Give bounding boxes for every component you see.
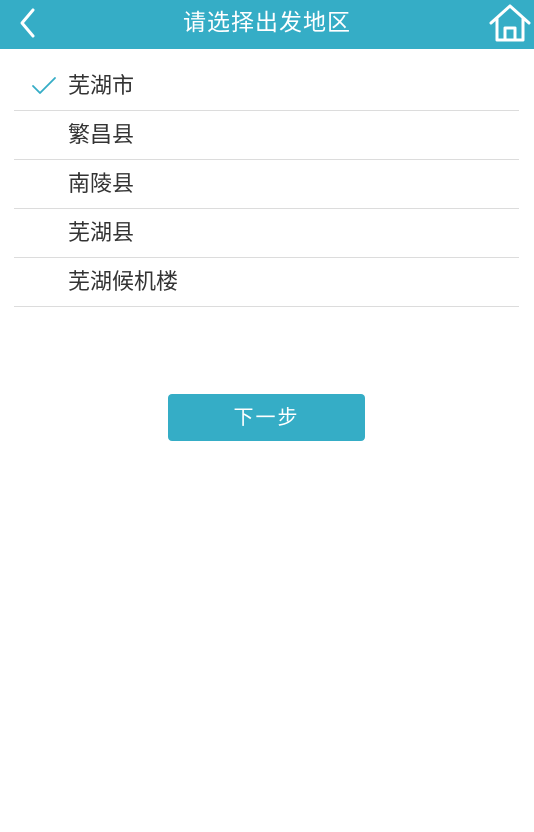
page-title: 请选择出发地区: [183, 10, 351, 36]
list-item-fanchang[interactable]: 繁昌县: [14, 111, 519, 160]
next-step-button[interactable]: 下一步: [168, 394, 365, 441]
header-bar: 请选择出发地区: [0, 0, 534, 49]
list-item-nanling[interactable]: 南陵县: [14, 160, 519, 209]
list-item-label: 繁昌县: [68, 123, 135, 148]
checkmark-icon: [32, 77, 56, 94]
list-item-wuhu-city[interactable]: 芜湖市: [14, 62, 519, 111]
list-item-wuhu-terminal[interactable]: 芜湖候机楼: [14, 258, 519, 307]
home-icon: [489, 4, 531, 42]
home-button[interactable]: [486, 0, 534, 46]
list-item-label: 芜湖市: [68, 74, 135, 99]
list-item-wuhu-county[interactable]: 芜湖县: [14, 209, 519, 258]
list-item-label: 芜湖县: [68, 221, 135, 246]
region-list: 芜湖市 繁昌县 南陵县 芜湖县 芜湖候机楼: [14, 62, 519, 307]
list-item-label: 南陵县: [68, 172, 135, 197]
list-item-label: 芜湖候机楼: [68, 270, 179, 295]
